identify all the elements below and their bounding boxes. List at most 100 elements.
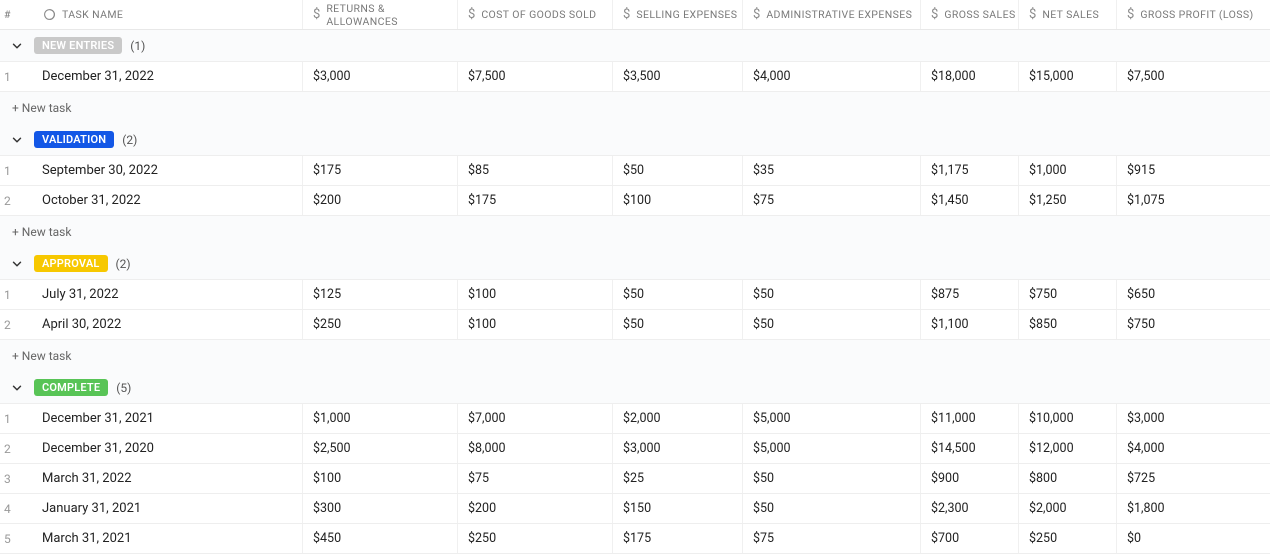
gross-profit-cell[interactable]: $915 (1127, 163, 1155, 178)
gross-sales-cell[interactable]: $14,500 (931, 441, 976, 456)
selling-cell[interactable]: $50 (623, 317, 644, 332)
gross-profit-cell[interactable]: $725 (1127, 471, 1155, 486)
selling-cell[interactable]: $100 (623, 193, 651, 208)
net-sales-cell[interactable]: $800 (1029, 471, 1057, 486)
col-header-cogs[interactable]: $ COST OF GOODS SOLD (457, 0, 612, 29)
gross-sales-cell[interactable]: $1,450 (931, 193, 969, 208)
admin-cell[interactable]: $50 (753, 317, 774, 332)
cogs-cell[interactable]: $7,000 (468, 411, 506, 426)
returns-cell[interactable]: $450 (313, 531, 341, 546)
cogs-cell[interactable]: $8,000 (468, 441, 506, 456)
gross-sales-cell[interactable]: $875 (931, 287, 959, 302)
net-sales-cell[interactable]: $850 (1029, 317, 1057, 332)
col-header-gross-profit[interactable]: $ GROSS PROFIT (LOSS) (1116, 0, 1270, 29)
gross-sales-cell[interactable]: $700 (931, 531, 959, 546)
table-row[interactable]: 3March 31, 2022$100$75$25$50$900$800$725 (0, 464, 1270, 494)
status-badge[interactable]: VALIDATION (34, 131, 114, 148)
gross-profit-cell[interactable]: $1,075 (1127, 193, 1165, 208)
cogs-cell[interactable]: $100 (468, 287, 496, 302)
chevron-down-icon[interactable] (8, 255, 26, 273)
table-row[interactable]: 1December 31, 2021$1,000$7,000$2,000$5,0… (0, 404, 1270, 434)
selling-cell[interactable]: $50 (623, 163, 644, 178)
table-row[interactable]: 1September 30, 2022$175$85$50$35$1,175$1… (0, 156, 1270, 186)
task-name-cell[interactable]: December 31, 2020 (42, 441, 154, 456)
net-sales-cell[interactable]: $2,000 (1029, 501, 1067, 516)
cogs-cell[interactable]: $250 (468, 531, 496, 546)
table-row[interactable]: 2December 31, 2020$2,500$8,000$3,000$5,0… (0, 434, 1270, 464)
net-sales-cell[interactable]: $15,000 (1029, 69, 1074, 84)
task-name-cell[interactable]: October 31, 2022 (42, 193, 141, 208)
returns-cell[interactable]: $175 (313, 163, 341, 178)
net-sales-cell[interactable]: $1,250 (1029, 193, 1067, 208)
new-task-button[interactable]: + New task (0, 340, 1270, 372)
new-task-button[interactable]: + New task (0, 216, 1270, 248)
task-name-cell[interactable]: March 31, 2021 (42, 531, 132, 546)
task-name-cell[interactable]: April 30, 2022 (42, 317, 121, 332)
admin-cell[interactable]: $75 (753, 193, 774, 208)
selling-cell[interactable]: $3,500 (623, 69, 661, 84)
net-sales-cell[interactable]: $250 (1029, 531, 1057, 546)
cogs-cell[interactable]: $85 (468, 163, 489, 178)
gross-sales-cell[interactable]: $1,100 (931, 317, 969, 332)
gross-sales-cell[interactable]: $18,000 (931, 69, 976, 84)
gross-profit-cell[interactable]: $7,500 (1127, 69, 1165, 84)
gross-sales-cell[interactable]: $900 (931, 471, 959, 486)
col-header-number[interactable]: # (0, 0, 36, 29)
selling-cell[interactable]: $2,000 (623, 411, 661, 426)
chevron-down-icon[interactable] (8, 131, 26, 149)
table-row[interactable]: 1July 31, 2022$125$100$50$50$875$750$650 (0, 280, 1270, 310)
task-name-cell[interactable]: July 31, 2022 (42, 287, 119, 302)
task-name-cell[interactable]: December 31, 2021 (42, 411, 154, 426)
gross-profit-cell[interactable]: $750 (1127, 317, 1155, 332)
returns-cell[interactable]: $100 (313, 471, 341, 486)
selling-cell[interactable]: $50 (623, 287, 644, 302)
group-header[interactable]: VALIDATION(2) (0, 124, 1270, 156)
admin-cell[interactable]: $50 (753, 501, 774, 516)
group-header[interactable]: APPROVAL(2) (0, 248, 1270, 280)
selling-cell[interactable]: $25 (623, 471, 644, 486)
returns-cell[interactable]: $2,500 (313, 441, 351, 456)
cogs-cell[interactable]: $100 (468, 317, 496, 332)
admin-cell[interactable]: $35 (753, 163, 774, 178)
chevron-down-icon[interactable] (8, 379, 26, 397)
selling-cell[interactable]: $3,000 (623, 441, 661, 456)
cogs-cell[interactable]: $7,500 (468, 69, 506, 84)
table-row[interactable]: 4January 31, 2021$300$200$150$50$2,300$2… (0, 494, 1270, 524)
returns-cell[interactable]: $1,000 (313, 411, 351, 426)
table-row[interactable]: 2October 31, 2022$200$175$100$75$1,450$1… (0, 186, 1270, 216)
admin-cell[interactable]: $5,000 (753, 411, 791, 426)
cogs-cell[interactable]: $175 (468, 193, 496, 208)
group-header[interactable]: NEW ENTRIES(1) (0, 30, 1270, 62)
gross-sales-cell[interactable]: $1,175 (931, 163, 969, 178)
chevron-down-icon[interactable] (8, 37, 26, 55)
col-header-gross-sales[interactable]: $ GROSS SALES (920, 0, 1018, 29)
col-header-returns[interactable]: $ RETURNS & ALLOWANCES (302, 0, 457, 29)
gross-sales-cell[interactable]: $2,300 (931, 501, 969, 516)
new-task-button[interactable]: + New task (0, 92, 1270, 124)
task-name-cell[interactable]: January 31, 2021 (42, 501, 141, 516)
status-badge[interactable]: NEW ENTRIES (34, 37, 122, 54)
task-name-cell[interactable]: March 31, 2022 (42, 471, 132, 486)
cogs-cell[interactable]: $75 (468, 471, 489, 486)
col-header-admin[interactable]: $ ADMINISTRATIVE EXPENSES (742, 0, 920, 29)
admin-cell[interactable]: $4,000 (753, 69, 791, 84)
gross-profit-cell[interactable]: $650 (1127, 287, 1155, 302)
table-row[interactable]: 5March 31, 2021$450$250$175$75$700$250$0 (0, 524, 1270, 554)
selling-cell[interactable]: $175 (623, 531, 651, 546)
gross-profit-cell[interactable]: $4,000 (1127, 441, 1165, 456)
col-header-selling[interactable]: $ SELLING EXPENSES (612, 0, 742, 29)
gross-profit-cell[interactable]: $1,800 (1127, 501, 1165, 516)
admin-cell[interactable]: $5,000 (753, 441, 791, 456)
admin-cell[interactable]: $50 (753, 287, 774, 302)
admin-cell[interactable]: $50 (753, 471, 774, 486)
status-badge[interactable]: APPROVAL (34, 255, 108, 272)
returns-cell[interactable]: $125 (313, 287, 341, 302)
gross-sales-cell[interactable]: $11,000 (931, 411, 976, 426)
admin-cell[interactable]: $75 (753, 531, 774, 546)
gross-profit-cell[interactable]: $3,000 (1127, 411, 1165, 426)
table-row[interactable]: 2April 30, 2022$250$100$50$50$1,100$850$… (0, 310, 1270, 340)
returns-cell[interactable]: $3,000 (313, 69, 351, 84)
selling-cell[interactable]: $150 (623, 501, 651, 516)
col-header-task[interactable]: TASK NAME (36, 0, 302, 29)
gross-profit-cell[interactable]: $0 (1127, 531, 1141, 546)
